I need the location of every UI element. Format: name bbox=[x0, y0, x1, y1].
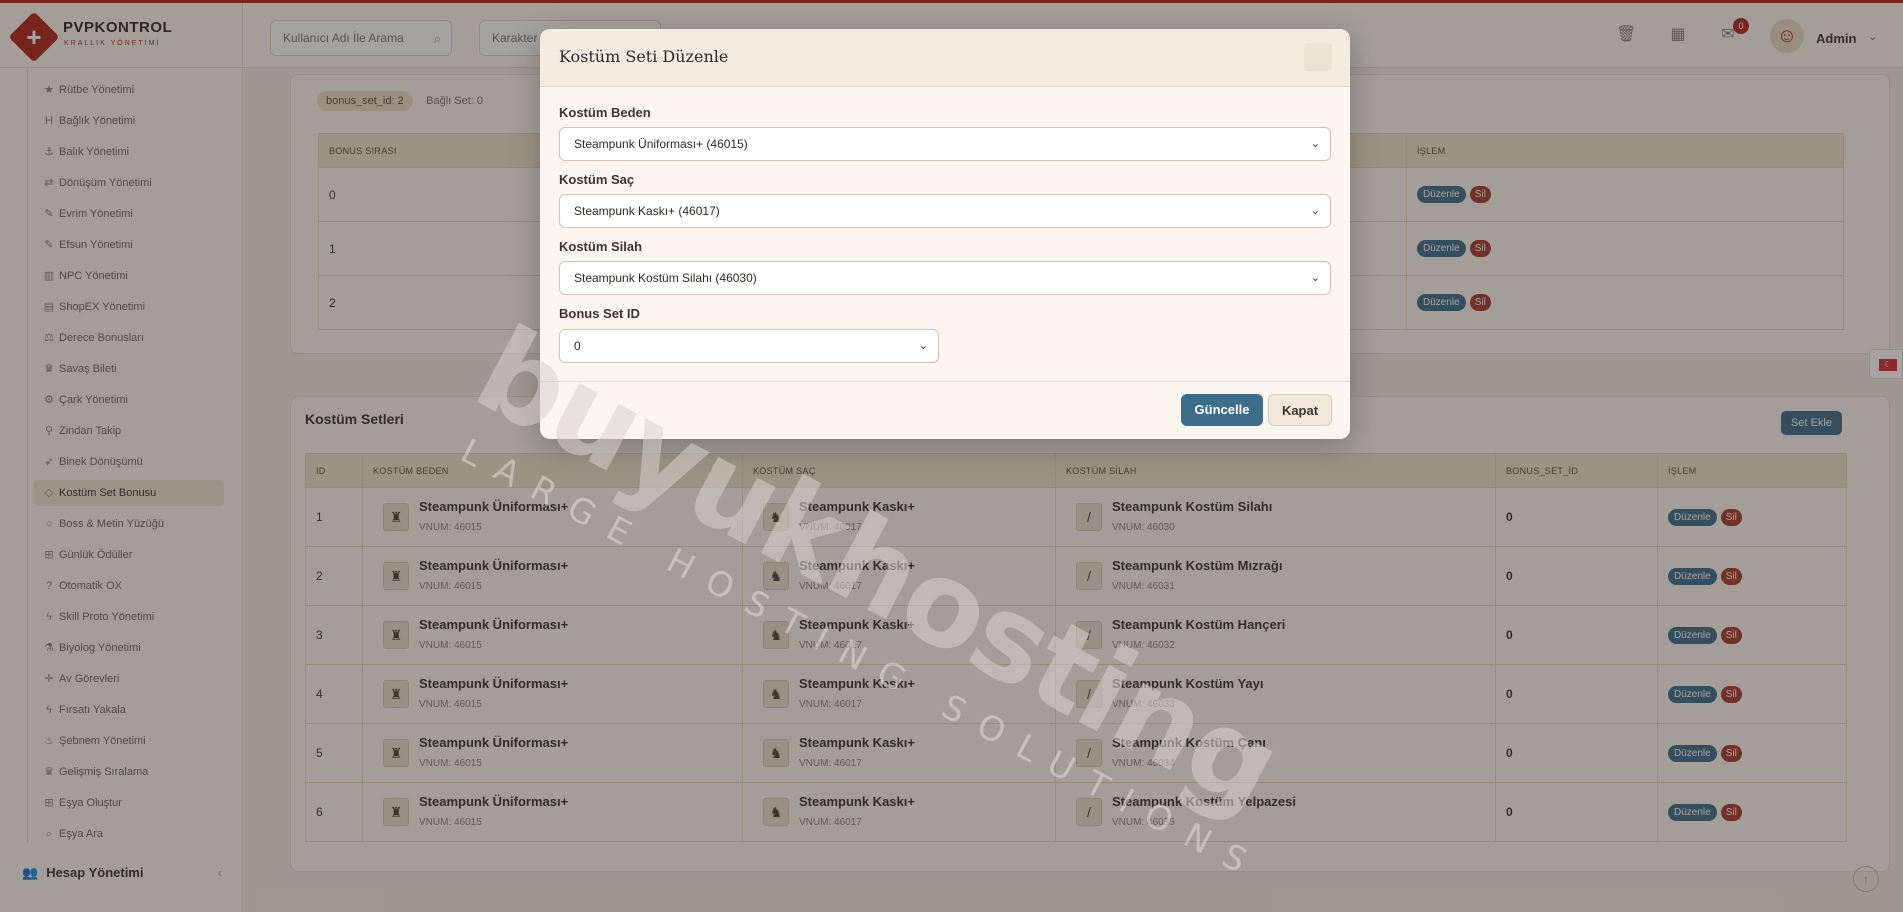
modal-footer: Güncelle Kapat bbox=[540, 381, 1350, 439]
bonus-set-select-value: 0 bbox=[574, 339, 581, 353]
chevron-down-icon: ⌄ bbox=[1310, 205, 1320, 217]
hair-select[interactable]: Steampunk Kaskı+ (46017) ⌄ bbox=[559, 194, 1331, 228]
hair-field-label: Kostüm Saç bbox=[559, 172, 635, 187]
chevron-down-icon: ⌄ bbox=[1310, 272, 1320, 284]
chevron-down-icon: ⌄ bbox=[918, 340, 928, 352]
body-select-value: Steampunk Üniforması+ (46015) bbox=[574, 137, 748, 151]
modal-title: Kostüm Seti Düzenle bbox=[559, 47, 729, 66]
hair-select-value: Steampunk Kaskı+ (46017) bbox=[574, 204, 720, 218]
update-button[interactable]: Güncelle bbox=[1181, 394, 1263, 426]
edit-set-modal: Kostüm Seti Düzenle Kostüm Beden Steampu… bbox=[540, 29, 1350, 439]
modal-header: Kostüm Seti Düzenle bbox=[540, 29, 1350, 87]
weapon-field-label: Kostüm Silah bbox=[559, 239, 643, 254]
modal-close-button[interactable] bbox=[1304, 43, 1332, 71]
bonus-set-select[interactable]: 0 ⌄ bbox=[559, 329, 939, 363]
close-button[interactable]: Kapat bbox=[1268, 394, 1332, 426]
body-field-label: Kostüm Beden bbox=[559, 105, 651, 120]
bonus-set-field-label: Bonus Set ID bbox=[559, 306, 640, 321]
chevron-down-icon: ⌄ bbox=[1310, 138, 1320, 150]
weapon-select-value: Steampunk Kostüm Silahı (46030) bbox=[574, 271, 757, 285]
weapon-select[interactable]: Steampunk Kostüm Silahı (46030) ⌄ bbox=[559, 261, 1331, 295]
body-select[interactable]: Steampunk Üniforması+ (46015) ⌄ bbox=[559, 127, 1331, 161]
